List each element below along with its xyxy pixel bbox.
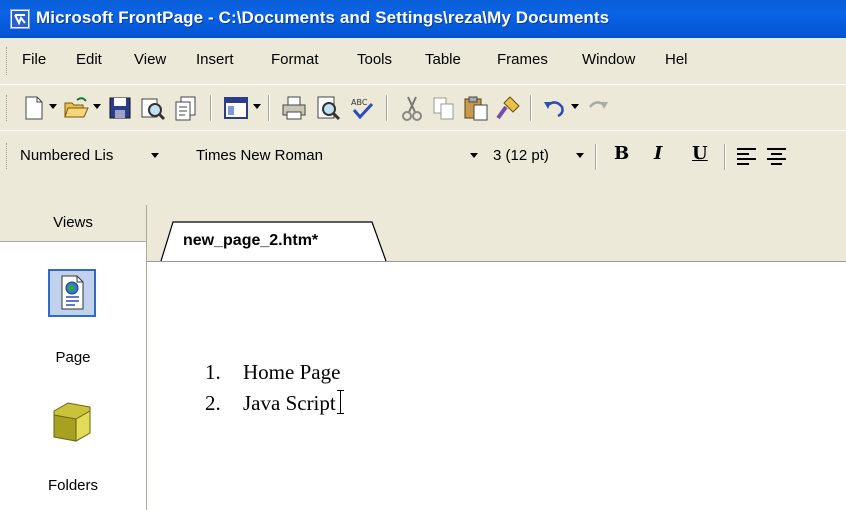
menu-file[interactable]: File	[22, 51, 46, 68]
list-item[interactable]: 2. Java Script	[205, 389, 345, 418]
open-dropdown-icon[interactable]	[93, 104, 101, 110]
standard-toolbar: ABC	[0, 84, 846, 131]
toolbar-separator	[386, 95, 388, 121]
publish-icon[interactable]	[172, 94, 200, 122]
menu-view[interactable]: View	[134, 51, 166, 68]
menu-bar-grip[interactable]	[6, 47, 10, 75]
copy-icon[interactable]	[430, 94, 458, 122]
style-select[interactable]: Numbered Lis	[20, 144, 140, 168]
view-folders[interactable]: Folders	[0, 395, 146, 505]
toolbar-separator	[595, 144, 597, 170]
menu-help[interactable]: Hel	[665, 51, 688, 68]
view-page-label: Page	[55, 349, 91, 366]
frontpage-app-icon[interactable]	[10, 9, 30, 29]
open-folder-icon[interactable]	[62, 94, 90, 122]
new-page-dropdown-icon[interactable]	[49, 104, 57, 110]
toolbar-separator	[530, 95, 532, 121]
save-icon[interactable]	[106, 94, 134, 122]
font-size-select[interactable]: 3 (12 pt)	[493, 144, 573, 168]
formatting-toolbar-grip[interactable]	[6, 143, 10, 169]
underline-button[interactable]: U	[692, 143, 708, 164]
svg-text:ABC: ABC	[351, 98, 368, 107]
view-folders-label: Folders	[47, 477, 99, 494]
list-item-text: Home Page	[243, 360, 341, 384]
font-select[interactable]: Times New Roman	[196, 144, 436, 168]
menu-window[interactable]: Window	[582, 51, 635, 68]
cut-icon[interactable]	[398, 94, 426, 122]
view-page[interactable]: Page	[0, 267, 146, 377]
title-bar: Microsoft FrontPage - C:\Documents and S…	[0, 0, 846, 38]
toggle-pane-icon[interactable]	[222, 94, 250, 122]
menu-tools[interactable]: Tools	[357, 51, 392, 68]
views-header: Views	[0, 205, 146, 242]
menu-table[interactable]: Table	[425, 51, 461, 68]
list-item-text: Java Script	[243, 391, 336, 415]
toolbar-separator	[210, 95, 212, 121]
folder-icon	[48, 397, 96, 445]
new-page-icon[interactable]	[20, 94, 48, 122]
menu-insert[interactable]: Insert	[196, 51, 234, 68]
document-tabstrip: new_page_2.htm*	[147, 205, 846, 262]
search-icon[interactable]	[138, 94, 166, 122]
align-center-icon[interactable]	[764, 143, 792, 171]
font-size-dropdown-icon[interactable]	[576, 153, 584, 158]
font-dropdown-icon[interactable]	[470, 153, 478, 158]
page-view-icon	[48, 269, 96, 317]
text-cursor-icon	[336, 389, 345, 415]
document-body[interactable]: 1. Home Page 2. Java Script	[147, 262, 846, 510]
print-preview-icon[interactable]	[314, 94, 342, 122]
align-left-icon[interactable]	[734, 143, 762, 171]
menu-bar: File Edit View Insert Format Tools Table…	[0, 38, 846, 84]
list-item-number: 2.	[205, 391, 221, 415]
format-painter-icon[interactable]	[494, 94, 522, 122]
menu-edit[interactable]: Edit	[76, 51, 102, 68]
menu-format[interactable]: Format	[271, 51, 319, 68]
panel-strip	[0, 180, 846, 205]
list-item[interactable]: 1. Home Page	[205, 360, 345, 389]
paste-icon[interactable]	[462, 94, 490, 122]
undo-icon[interactable]	[540, 94, 568, 122]
menu-frames[interactable]: Frames	[497, 51, 548, 68]
editor-area: new_page_2.htm* 1. Home Page 2. Java Scrip…	[147, 205, 846, 510]
toolbar-separator	[268, 95, 270, 121]
undo-dropdown-icon[interactable]	[571, 104, 579, 110]
toolbar-separator	[724, 144, 726, 170]
spelling-icon[interactable]: ABC	[348, 94, 376, 122]
redo-icon[interactable]	[584, 94, 612, 122]
print-icon[interactable]	[280, 94, 308, 122]
style-dropdown-icon[interactable]	[151, 153, 159, 158]
views-title: Views	[53, 214, 93, 231]
bold-button[interactable]: B	[614, 143, 629, 164]
list-item-number: 1.	[205, 360, 221, 384]
window-title: Microsoft FrontPage - C:\Documents and S…	[36, 8, 610, 27]
standard-toolbar-grip[interactable]	[6, 95, 10, 121]
views-panel: Views Page Folders	[0, 205, 147, 510]
formatting-toolbar: Numbered Lis Times New Roman 3 (12 pt) B…	[0, 130, 846, 181]
tab-label: new_page_2.htm*	[183, 232, 319, 249]
italic-button[interactable]: I	[654, 143, 662, 164]
toggle-pane-dropdown-icon[interactable]	[253, 104, 261, 110]
numbered-list: 1. Home Page 2. Java Script	[205, 360, 345, 418]
